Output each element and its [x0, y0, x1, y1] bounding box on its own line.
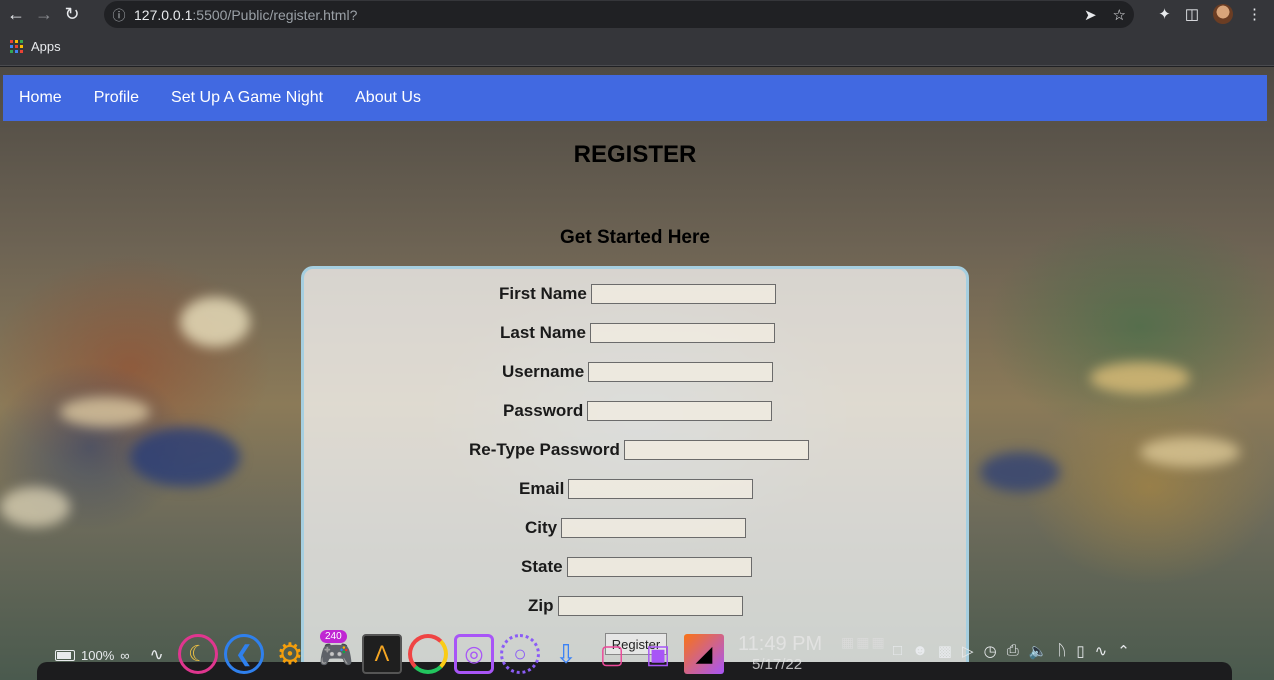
email-field[interactable] — [568, 479, 754, 499]
zip-field[interactable] — [557, 596, 743, 616]
terminal-app-icon[interactable]: Λ — [362, 634, 402, 674]
battery-icon — [55, 649, 75, 661]
page-title: REGISTER — [573, 141, 697, 168]
form-row-last-name: Last Name — [500, 322, 775, 344]
settings-gear-icon[interactable]: ⚙ — [270, 634, 310, 674]
back-arrow-icon[interactable]: ← — [2, 0, 30, 28]
sidepanel-icon[interactable]: ◫ — [1185, 5, 1199, 23]
username-field[interactable] — [588, 362, 774, 382]
city-label: City — [525, 518, 558, 537]
form-row-retype-password: Re-Type Password — [469, 439, 809, 461]
browser-toolbar: ← → ↻ ⓘ 127.0.0.1:5500/Public/register.h… — [0, 0, 1274, 28]
city-field[interactable] — [561, 518, 747, 538]
zip-label: Zip — [528, 596, 554, 615]
top-navbar: Home Profile Set Up A Game Night About U… — [3, 75, 1267, 121]
timer-icon[interactable]: ◷ — [984, 642, 997, 660]
battery-indicator[interactable]: 100% ∞ ∿ — [55, 645, 164, 665]
background-board-piece — [60, 397, 150, 427]
app-grid-icon[interactable]: ▦▦▦ — [841, 634, 887, 651]
wifi-icon: ∿ — [149, 645, 164, 664]
steam-icon[interactable]: ◎ — [454, 634, 494, 674]
profile-avatar[interactable] — [1213, 4, 1233, 24]
tray-app-icon[interactable]: □ — [893, 642, 902, 660]
github-desktop-icon[interactable]: ○ — [500, 634, 540, 674]
moon-app-icon[interactable]: ☾ — [178, 634, 218, 674]
nav-about-us[interactable]: About Us — [339, 75, 437, 121]
last-name-label: Last Name — [500, 323, 586, 342]
downloads-icon[interactable]: ⇩ — [546, 634, 586, 674]
state-field[interactable] — [566, 557, 752, 577]
page-viewport: Home Profile Set Up A Game Night About U… — [0, 67, 1274, 680]
site-info-icon[interactable]: ⓘ — [104, 5, 134, 24]
network-icon[interactable]: ∿ — [1095, 642, 1108, 660]
first-name-label: First Name — [499, 284, 587, 303]
url-path: :5500/Public/register.html? — [192, 6, 358, 23]
battery-suffix: ∞ — [120, 647, 130, 663]
form-row-city: City — [525, 517, 747, 539]
files-icon[interactable]: ▢ — [592, 634, 632, 674]
bookmarks-bar: Apps — [0, 28, 1274, 66]
apps-grid-icon[interactable] — [10, 40, 23, 53]
password-label: Password — [503, 401, 584, 420]
background-board-piece — [180, 297, 250, 347]
chevron-up-icon[interactable]: ⌃ — [1117, 642, 1130, 660]
background-board-piece — [1090, 362, 1190, 394]
url-host: 127.0.0.1 — [134, 6, 193, 23]
media-play-icon[interactable]: ▷ — [962, 642, 974, 660]
gamepad-icon[interactable]: 🎮 240 — [316, 630, 356, 674]
state-label: State — [521, 557, 563, 576]
form-row-email: Email — [519, 478, 754, 500]
form-row-password: Password — [503, 400, 773, 422]
form-row-state: State — [521, 556, 752, 578]
bookmark-apps[interactable]: Apps — [31, 39, 61, 54]
image-viewer-icon[interactable]: ▣ — [638, 634, 678, 674]
background-board-piece — [130, 427, 240, 487]
kdeconnect-icon[interactable]: ▩ — [938, 642, 952, 660]
address-bar[interactable]: ⓘ 127.0.0.1:5500/Public/register.html? ➤… — [104, 1, 1134, 28]
nav-game-night[interactable]: Set Up A Game Night — [155, 75, 339, 121]
background-board-piece — [980, 452, 1060, 492]
volume-icon[interactable]: 🔈 — [1029, 642, 1048, 660]
form-row-username: Username — [502, 361, 774, 383]
kotlin-icon[interactable]: ◢ — [684, 634, 724, 674]
menu-kebab-icon[interactable]: ⋮ — [1247, 5, 1262, 23]
retype-password-field[interactable] — [623, 440, 809, 460]
forward-arrow-icon[interactable]: → — [30, 0, 58, 28]
background-board-piece — [1140, 437, 1240, 467]
retype-password-label: Re-Type Password — [469, 440, 620, 459]
clipboard-icon[interactable]: ⎙ — [1007, 642, 1019, 660]
username-label: Username — [502, 362, 585, 381]
password-field[interactable] — [587, 401, 773, 421]
clock-date: 5/17/22 — [752, 656, 803, 673]
clock-time: 11:49 PM — [738, 633, 823, 655]
system-tray: □ ☻ ▩ ▷ ◷ ⎙ 🔈 ᚢ ▯ ∿ ⌃ — [893, 642, 1130, 660]
nav-profile[interactable]: Profile — [78, 75, 155, 121]
chrome-icon[interactable] — [408, 634, 448, 674]
nav-home[interactable]: Home — [3, 75, 78, 121]
email-label: Email — [519, 479, 565, 498]
discord-icon[interactable]: ☻ — [912, 642, 928, 660]
background-board-piece — [0, 487, 70, 527]
vscode-icon[interactable]: ❮ — [224, 634, 264, 674]
send-icon[interactable]: ➤ — [1084, 6, 1097, 24]
first-name-field[interactable] — [590, 284, 776, 304]
extensions-icon[interactable]: ✦ — [1158, 5, 1171, 23]
last-name-field[interactable] — [589, 323, 775, 343]
reload-icon[interactable]: ↻ — [58, 0, 86, 28]
page-subtitle: Get Started Here — [560, 227, 710, 248]
notification-badge: 240 — [320, 630, 347, 643]
form-row-zip: Zip — [528, 595, 743, 617]
bluetooth-icon[interactable]: ᚢ — [1057, 642, 1066, 660]
star-icon[interactable]: ☆ — [1113, 6, 1126, 24]
form-row-first-name: First Name — [499, 283, 776, 305]
usb-icon[interactable]: ▯ — [1076, 642, 1084, 660]
battery-percent: 100% — [81, 647, 115, 663]
app-dock: ☾ ❮ ⚙ 🎮 240 Λ ◎ ○ ⇩ ▢ ▣ ◢ — [178, 630, 724, 676]
